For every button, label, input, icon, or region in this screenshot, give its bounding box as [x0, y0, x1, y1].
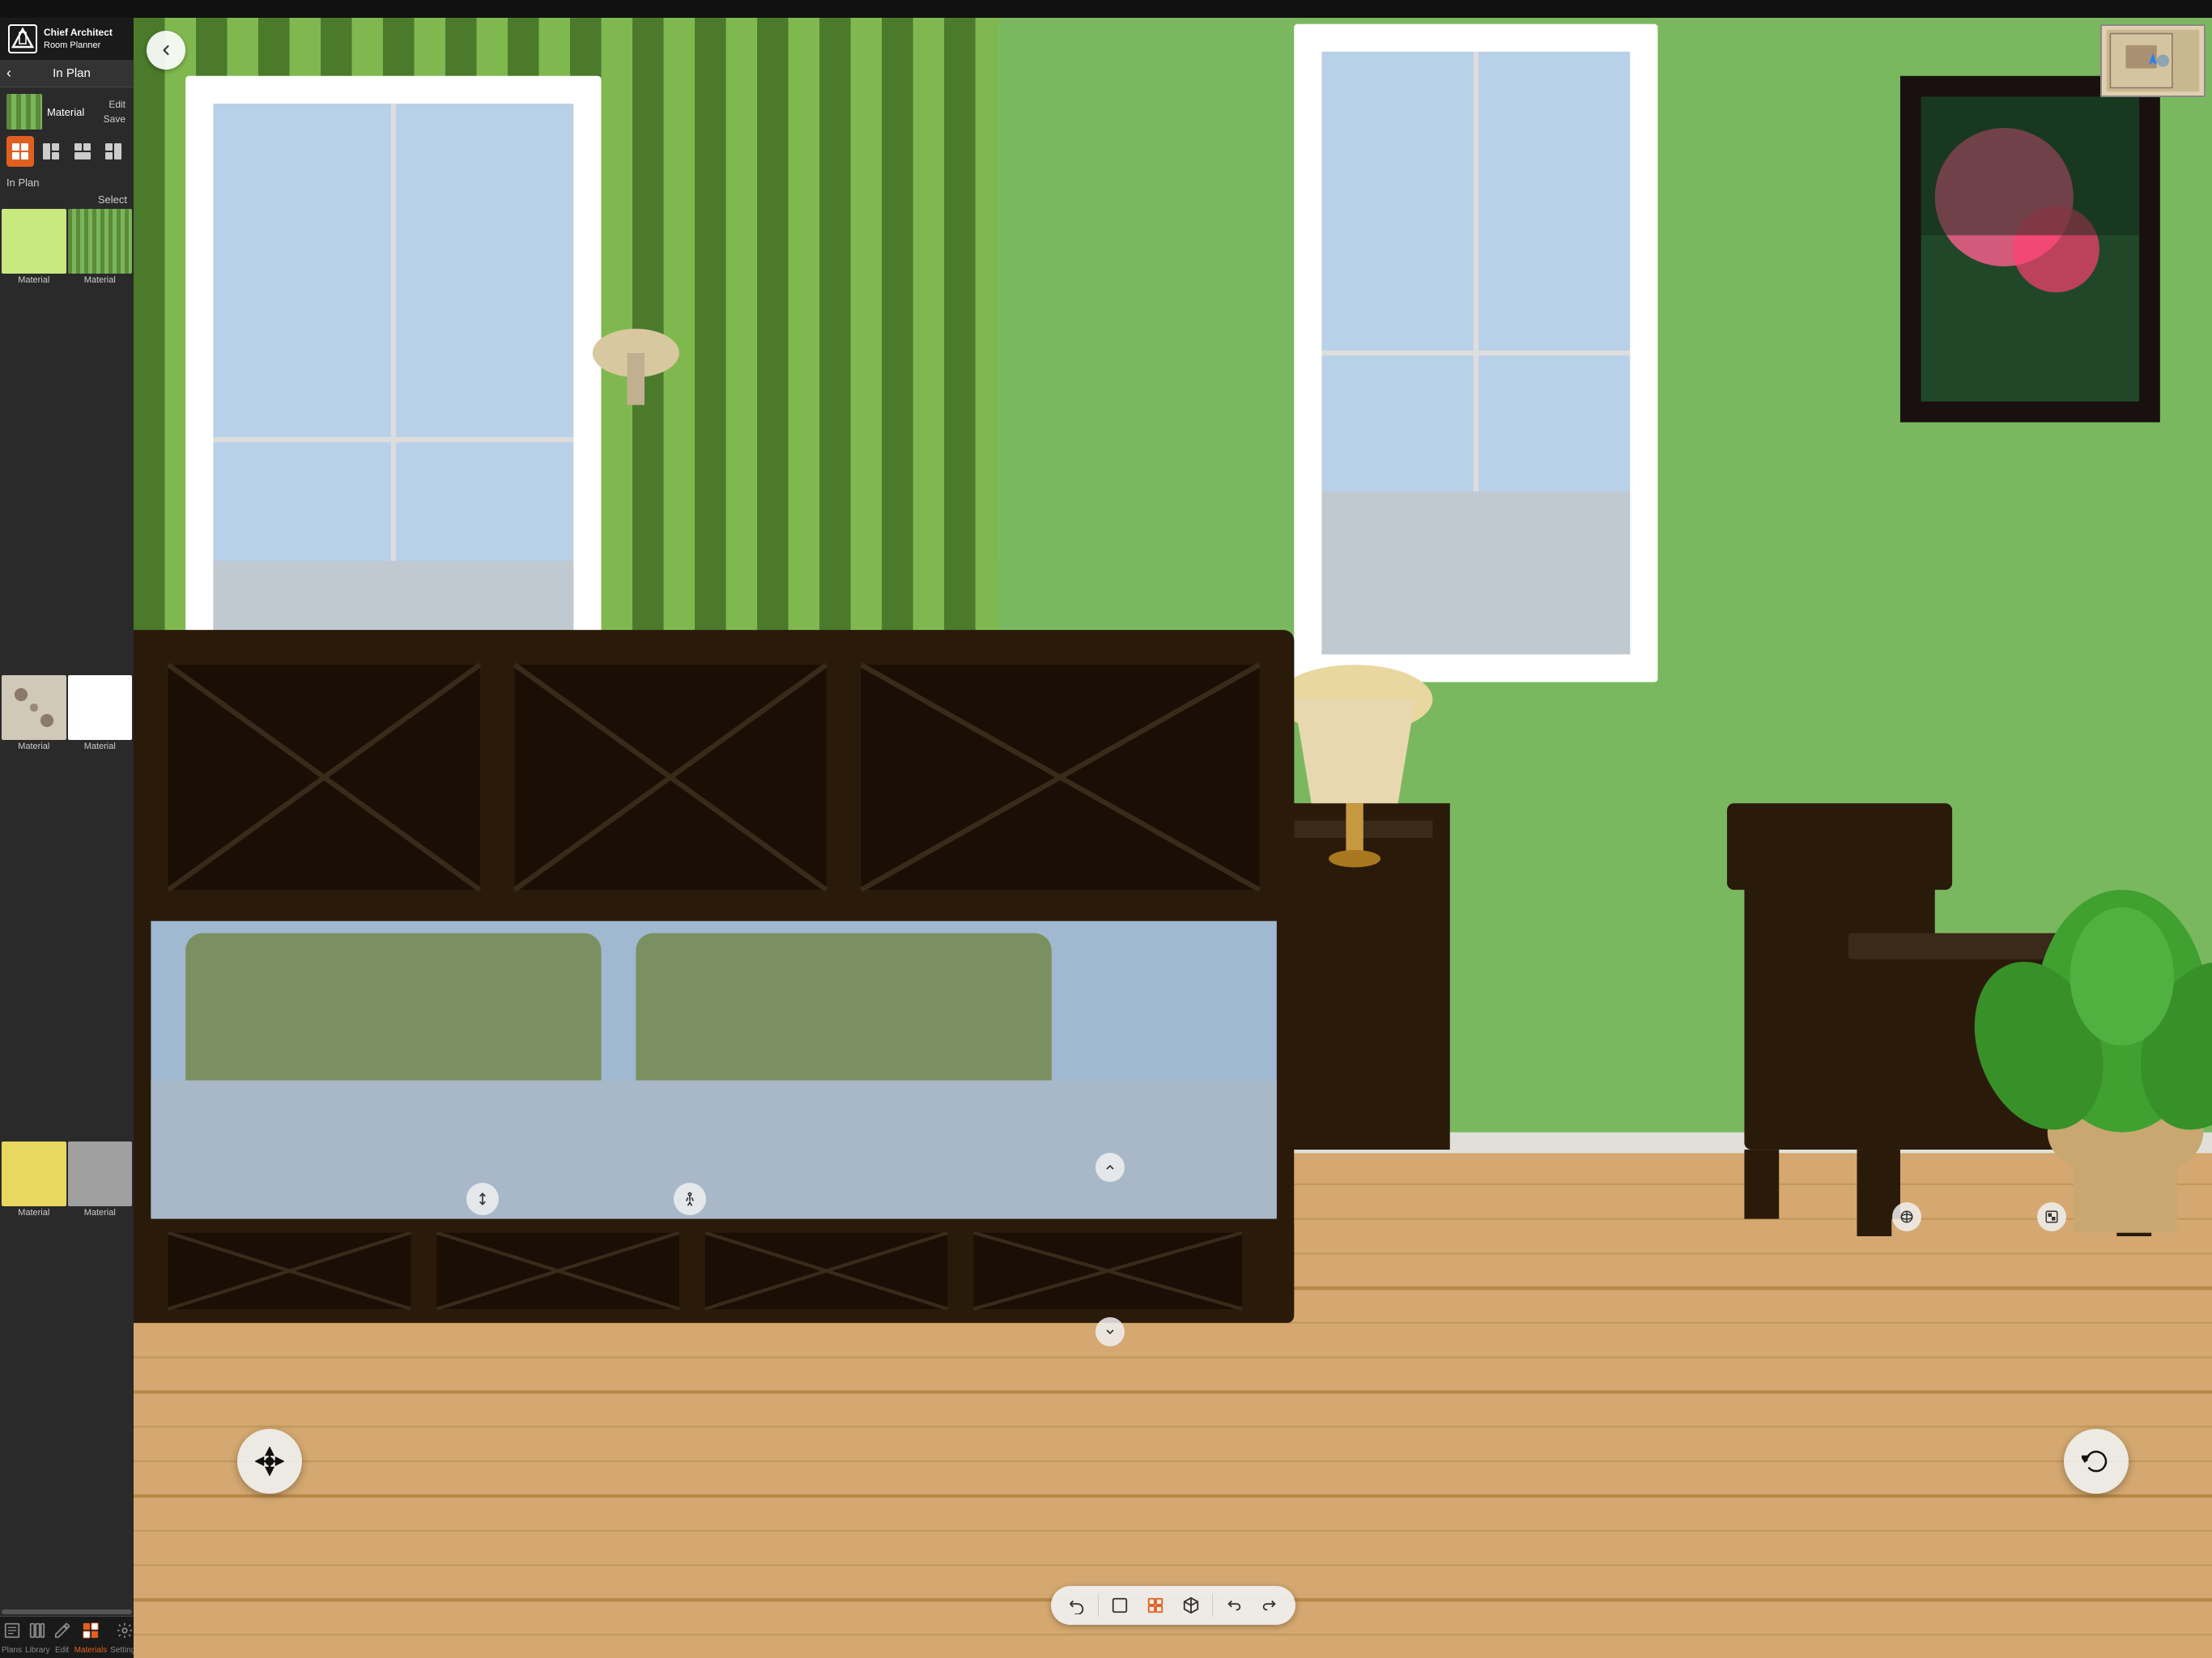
back-arrow-icon	[158, 42, 174, 58]
select-button[interactable]: Select	[98, 193, 127, 206]
material-preview-swatch[interactable]	[6, 94, 42, 130]
scroll-indicator	[2, 1609, 132, 1614]
rooms-icon	[1146, 1596, 1164, 1614]
tab-bar: Plans Library Edit Materials Settings	[0, 1616, 134, 1658]
material-cell-label-0: Material	[18, 275, 49, 285]
section-title: In Plan	[16, 66, 127, 80]
material-cell-label-3: Material	[84, 742, 116, 751]
icon-btn-full[interactable]	[6, 136, 34, 167]
product-name: Room Planner	[44, 40, 113, 51]
orbit-icon	[1899, 1209, 1914, 1224]
toolbar-3d-button[interactable]	[1176, 1591, 1206, 1620]
icon-btn-grid3[interactable]	[69, 136, 96, 167]
swatch-floral	[2, 675, 66, 740]
tab-plans-label: Plans	[2, 1646, 22, 1655]
swatch-yellow	[2, 1141, 66, 1206]
scene-svg	[134, 18, 2212, 1658]
material-cell-label-4: Material	[18, 1208, 49, 1218]
select-row: Select	[0, 192, 134, 207]
grid4-icon	[104, 142, 123, 161]
view-icon	[2044, 1209, 2059, 1224]
move-icon	[255, 1447, 284, 1476]
material-cell-5[interactable]: Material	[68, 1141, 133, 1606]
back-history-icon	[1225, 1596, 1243, 1614]
material-cell-label-5: Material	[84, 1208, 116, 1218]
tab-library-label: Library	[25, 1646, 50, 1655]
toolbar-rooms-button[interactable]	[1141, 1591, 1170, 1620]
toolbar-sep-1	[1098, 1594, 1099, 1617]
tab-plans[interactable]: Plans	[0, 1620, 23, 1656]
material-cell-3[interactable]: Material	[68, 675, 133, 1140]
section-header: ‹ In Plan	[0, 60, 134, 87]
material-row: Material Edit Save	[0, 87, 134, 133]
plans-icon	[3, 1622, 21, 1644]
edit-button[interactable]: Edit	[102, 98, 127, 111]
sidebar-back-button[interactable]: ‹	[6, 65, 11, 82]
toolbar-sep-2	[1212, 1594, 1213, 1617]
forward-history-icon	[1261, 1596, 1278, 1614]
orbit-control-button[interactable]	[1892, 1202, 1921, 1231]
swatch-striped-green	[68, 209, 133, 274]
logo-icon	[8, 24, 37, 53]
tab-edit-label: Edit	[55, 1646, 69, 1655]
3d-box-icon	[1182, 1596, 1200, 1614]
down-button[interactable]	[1095, 1317, 1125, 1346]
material-cell-1[interactable]: Material	[68, 209, 133, 674]
material-cell-label-2: Material	[18, 742, 49, 751]
chevron-down-icon	[1104, 1325, 1117, 1338]
material-cell-label-1: Material	[84, 275, 116, 285]
toolbar-undo-button[interactable]	[1062, 1591, 1091, 1620]
full-view-icon	[11, 142, 30, 161]
icon-btn-grid2[interactable]	[37, 136, 65, 167]
in-plan-section-label: In Plan	[0, 173, 134, 192]
up-button[interactable]	[1095, 1153, 1125, 1182]
rotate-icon	[2082, 1447, 2111, 1476]
chevron-up-icon	[1104, 1161, 1117, 1174]
settings-icon	[116, 1622, 134, 1644]
materials-icon	[82, 1622, 100, 1644]
grid2-icon	[41, 142, 61, 161]
material-cell-0[interactable]: Material	[2, 209, 66, 674]
grid3-icon	[73, 142, 92, 161]
material-name-label: Material	[47, 106, 97, 118]
app-logo	[8, 24, 37, 53]
swatch-gray	[68, 1141, 133, 1206]
bottom-toolbar	[1051, 1586, 1295, 1625]
height-control-button[interactable]	[466, 1183, 499, 1215]
library-icon	[28, 1622, 46, 1644]
swatch-white	[68, 675, 133, 740]
tab-library[interactable]: Library	[23, 1620, 52, 1656]
toolbar-back-button[interactable]	[1219, 1591, 1249, 1620]
back-button-3d[interactable]	[147, 31, 185, 70]
brand-name: Chief Architect	[44, 27, 113, 40]
undo-icon	[1068, 1596, 1086, 1614]
swatch-plain-green	[2, 209, 66, 274]
icon-btn-grid4[interactable]	[100, 136, 127, 167]
edit-icon	[53, 1622, 71, 1644]
toolbar-forward-button[interactable]	[1255, 1591, 1284, 1620]
material-cell-2[interactable]: Material	[2, 675, 66, 1140]
system-status-bar	[0, 0, 2212, 18]
person-icon	[682, 1191, 698, 1207]
tab-materials-label: Materials	[74, 1646, 108, 1655]
3d-viewport	[134, 18, 2212, 1658]
material-grid: Material Material Material Material Mate…	[0, 207, 134, 1608]
edit-save-buttons: Edit Save	[102, 98, 127, 125]
tab-edit[interactable]: Edit	[52, 1620, 73, 1656]
height-icon	[474, 1191, 491, 1207]
sidebar-panel: Chief Architect Room Planner ‹ In Plan M…	[0, 18, 134, 1658]
view-mode-icons	[0, 133, 134, 173]
material-cell-4[interactable]: Material	[2, 1141, 66, 1606]
save-button[interactable]: Save	[102, 113, 127, 125]
app-header: Chief Architect Room Planner	[0, 18, 134, 60]
app-title: Chief Architect Room Planner	[44, 27, 113, 51]
tab-materials[interactable]: Materials	[73, 1620, 109, 1656]
toolbar-2d-button[interactable]	[1105, 1591, 1134, 1620]
2d-view-icon	[1111, 1596, 1129, 1614]
